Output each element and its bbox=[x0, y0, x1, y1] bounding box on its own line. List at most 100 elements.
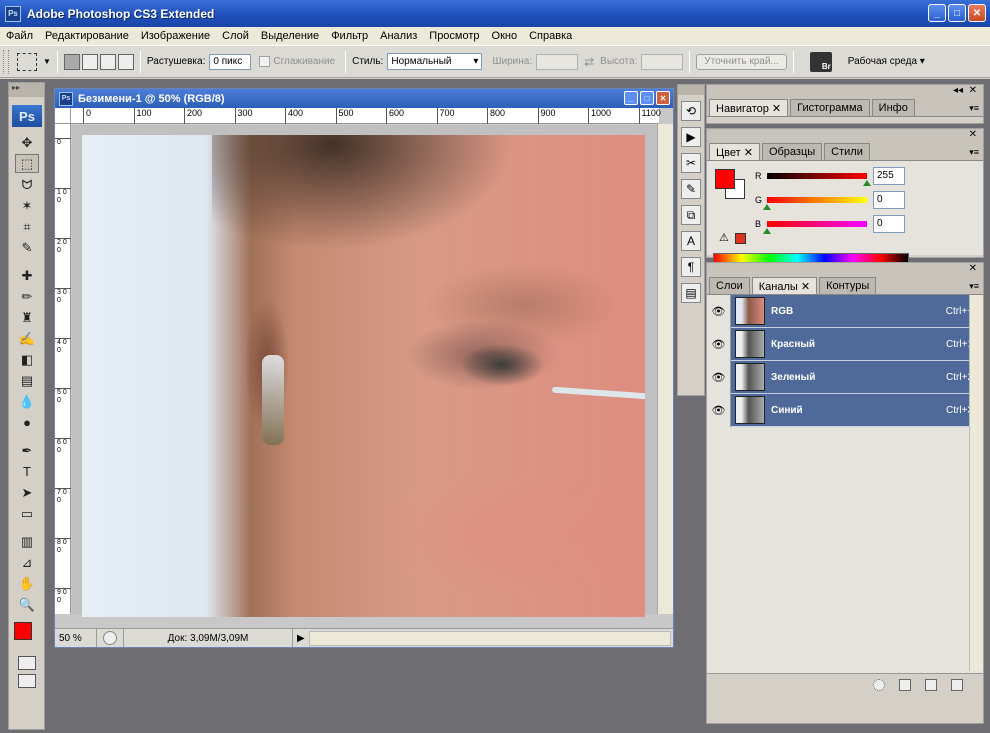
tab-styles[interactable]: Стили bbox=[824, 143, 870, 160]
doc-minimize-button[interactable]: _ bbox=[624, 91, 638, 105]
new-channel-icon[interactable] bbox=[925, 678, 937, 691]
style-select[interactable]: Нормальный ▾ bbox=[387, 53, 483, 70]
red-slider-handle[interactable] bbox=[863, 180, 871, 186]
doc-close-button[interactable]: ✕ bbox=[656, 91, 670, 105]
height-input[interactable] bbox=[641, 53, 684, 70]
save-selection-icon[interactable] bbox=[899, 678, 911, 691]
status-menu-arrow-icon[interactable]: ▶ bbox=[297, 633, 305, 644]
layer-comps-icon[interactable]: ▤ bbox=[681, 283, 701, 303]
tab-navigator[interactable]: Навигатор ✕ bbox=[709, 99, 789, 116]
gradient-tool[interactable]: ▤ bbox=[15, 371, 39, 390]
dodge-tool[interactable]: ● bbox=[15, 413, 39, 432]
magic-wand-tool[interactable]: ✶ bbox=[15, 196, 39, 215]
clone-stamp-tool[interactable]: ♜ bbox=[15, 308, 39, 327]
foreground-color-swatch[interactable] bbox=[14, 622, 32, 640]
eyedropper-tool[interactable]: ⊿ bbox=[15, 553, 39, 572]
panel-collapse-icon[interactable]: ◂◂ bbox=[953, 85, 963, 96]
workspace-menu[interactable]: Рабочая среда ▾ bbox=[848, 56, 925, 67]
tab-color[interactable]: Цвет ✕ bbox=[709, 143, 760, 160]
status-info-icon[interactable] bbox=[103, 631, 117, 645]
feather-input[interactable]: 0 пикс bbox=[209, 53, 252, 70]
menu-window[interactable]: Окно bbox=[492, 30, 518, 42]
tab-paths[interactable]: Контуры bbox=[819, 277, 877, 294]
delete-channel-icon[interactable] bbox=[951, 678, 963, 691]
move-tool[interactable]: ✥ bbox=[15, 133, 39, 152]
channel-row-red[interactable]: 👁 Красный Ctrl+1 bbox=[707, 327, 983, 361]
visibility-eye-icon[interactable]: 👁 bbox=[707, 360, 731, 394]
panel-menu-icon[interactable]: ▾≡ bbox=[969, 103, 979, 114]
close-button[interactable]: ✕ bbox=[968, 4, 986, 22]
paragraph-panel-icon[interactable]: ¶ bbox=[681, 257, 701, 277]
horizontal-ruler[interactable]: 0 100 200 300 400 500 600 700 800 900 1000 1100 bbox=[71, 108, 661, 124]
notes-tool[interactable]: ▥ bbox=[15, 532, 39, 551]
brushes-panel-icon[interactable]: ✎ bbox=[681, 179, 701, 199]
doc-maximize-button[interactable]: □ bbox=[640, 91, 654, 105]
antialias-checkbox[interactable] bbox=[259, 56, 271, 67]
pen-tool[interactable]: ✒ bbox=[15, 441, 39, 460]
gamut-warning-swatch[interactable] bbox=[735, 233, 746, 244]
document-title-bar[interactable]: Ps Безимени-1 @ 50% (RGB/8) _ □ ✕ bbox=[55, 89, 673, 108]
zoom-tool[interactable]: 🔍 bbox=[15, 595, 39, 614]
lasso-tool[interactable]: ᗢ bbox=[15, 175, 39, 194]
clone-source-icon[interactable]: ⧉ bbox=[681, 205, 701, 225]
add-selection-button[interactable] bbox=[81, 53, 98, 70]
vertical-scrollbar[interactable] bbox=[657, 124, 673, 614]
path-selection-tool[interactable]: ➤ bbox=[15, 483, 39, 502]
new-selection-button[interactable] bbox=[63, 53, 80, 70]
panel-menu-icon[interactable]: ▾≡ bbox=[969, 281, 979, 292]
actions-panel-icon[interactable]: ▶ bbox=[681, 127, 701, 147]
tab-info[interactable]: Инфо bbox=[871, 99, 915, 116]
hand-tool[interactable]: ✋ bbox=[15, 574, 39, 593]
visibility-eye-icon[interactable]: 👁 bbox=[707, 294, 731, 328]
width-input[interactable] bbox=[536, 53, 579, 70]
green-slider[interactable] bbox=[763, 197, 867, 210]
channel-row-green[interactable]: 👁 Зеленый Ctrl+2 bbox=[707, 360, 983, 394]
tab-swatches[interactable]: Образцы bbox=[761, 143, 823, 160]
preset-dropdown-icon[interactable]: ▼ bbox=[43, 57, 51, 66]
rectangle-tool[interactable]: ▭ bbox=[15, 504, 39, 523]
menu-analysis[interactable]: Анализ bbox=[380, 30, 417, 42]
menu-file[interactable]: Файл bbox=[6, 30, 33, 42]
panel-close-icon[interactable]: ✕ bbox=[969, 129, 977, 140]
green-slider-handle[interactable] bbox=[763, 204, 771, 210]
menu-filter[interactable]: Фильтр bbox=[331, 30, 368, 42]
blue-slider-handle[interactable] bbox=[763, 228, 771, 234]
screen-mode-button[interactable] bbox=[18, 674, 36, 688]
ruler-origin[interactable] bbox=[55, 108, 71, 124]
options-grip[interactable] bbox=[3, 49, 9, 74]
brush-tool[interactable]: ✏ bbox=[15, 287, 39, 306]
tool-presets-icon[interactable]: ✂ bbox=[681, 153, 701, 173]
panel-close-icon[interactable]: ✕ bbox=[969, 263, 977, 274]
eraser-tool[interactable]: ◧ bbox=[15, 350, 39, 369]
menu-view[interactable]: Просмотр bbox=[429, 30, 479, 42]
dock-collapse-icon[interactable] bbox=[678, 85, 704, 95]
blur-tool[interactable]: 💧 bbox=[15, 392, 39, 411]
red-value-input[interactable]: 255 bbox=[873, 167, 905, 185]
panel-menu-icon[interactable]: ▾≡ bbox=[969, 147, 979, 158]
toolbox-collapse-icon[interactable]: ▸▸ bbox=[9, 83, 44, 97]
channel-row-blue[interactable]: 👁 Синий Ctrl+3 bbox=[707, 393, 983, 427]
channels-scrollbar[interactable] bbox=[969, 295, 983, 671]
green-value-input[interactable]: 0 bbox=[873, 191, 905, 209]
horizontal-scrollbar[interactable] bbox=[308, 630, 671, 646]
menu-help[interactable]: Справка bbox=[529, 30, 572, 42]
menu-edit[interactable]: Редактирование bbox=[45, 30, 129, 42]
menu-layer[interactable]: Слой bbox=[222, 30, 249, 42]
intersect-selection-button[interactable] bbox=[117, 53, 134, 70]
photo-canvas[interactable] bbox=[82, 135, 645, 617]
visibility-eye-icon[interactable]: 👁 bbox=[707, 393, 731, 427]
type-tool[interactable]: T bbox=[15, 462, 39, 481]
slice-tool[interactable]: ✎ bbox=[15, 238, 39, 257]
minimize-button[interactable]: _ bbox=[928, 4, 946, 22]
character-panel-icon[interactable]: A bbox=[681, 231, 701, 251]
healing-brush-tool[interactable]: ✚ bbox=[15, 266, 39, 285]
channel-row-rgb[interactable]: 👁 RGB Ctrl+~ bbox=[707, 294, 983, 328]
quick-mask-button[interactable] bbox=[18, 656, 36, 670]
blue-slider[interactable] bbox=[763, 221, 867, 234]
panel-close-icon[interactable]: ✕ bbox=[969, 85, 977, 96]
swap-icon[interactable]: ⇄ bbox=[584, 55, 594, 69]
visibility-eye-icon[interactable]: 👁 bbox=[707, 327, 731, 361]
bridge-icon[interactable]: Br bbox=[809, 51, 832, 72]
blue-value-input[interactable]: 0 bbox=[873, 215, 905, 233]
subtract-selection-button[interactable] bbox=[99, 53, 116, 70]
